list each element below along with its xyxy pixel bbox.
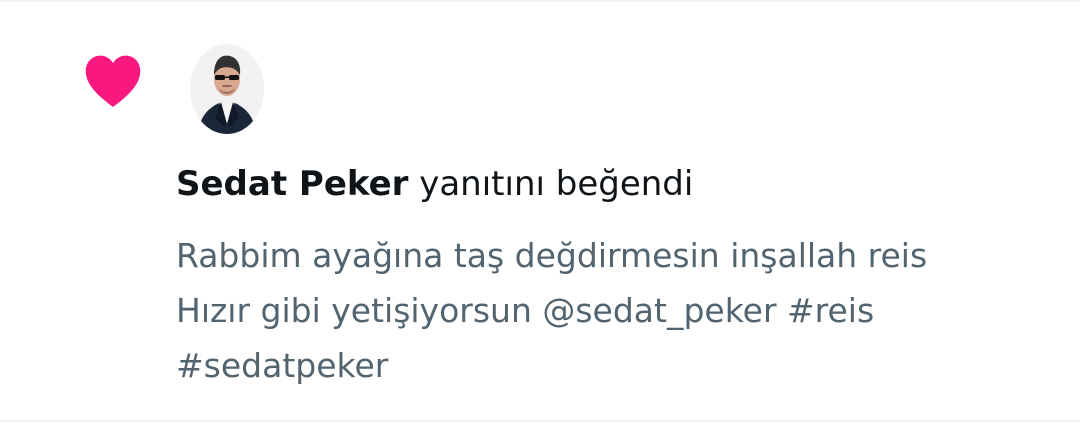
heart-icon	[85, 55, 141, 107]
action-text: yanıtını beğendi	[408, 164, 694, 204]
liked-reply-text[interactable]: Rabbim ayağına taş değdirmesin inşallah …	[176, 228, 1056, 393]
like-notification[interactable]: Sedat Peker yanıtını beğendi Rabbim ayağ…	[0, 0, 1080, 422]
avatar[interactable]	[190, 44, 264, 134]
activity-summary: Sedat Peker yanıtını beğendi	[176, 160, 1056, 208]
avatar-photo	[190, 44, 264, 134]
actor-name[interactable]: Sedat Peker	[176, 164, 408, 204]
